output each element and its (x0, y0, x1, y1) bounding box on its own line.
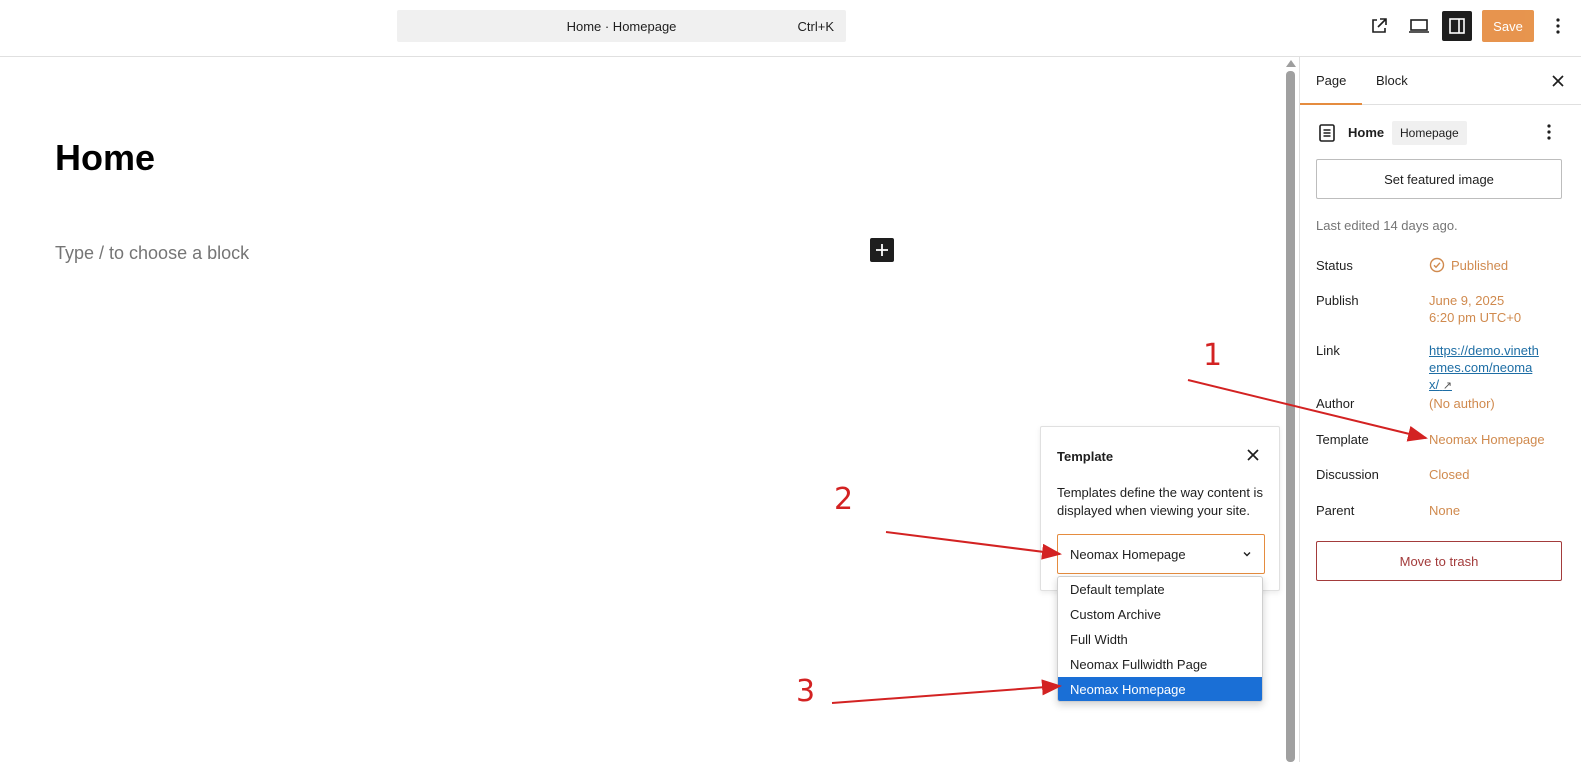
template-options-list: Default template Custom Archive Full Wid… (1057, 576, 1263, 702)
sidebar-toggle-icon (1449, 18, 1465, 34)
save-button[interactable]: Save (1482, 10, 1534, 42)
annotation-number-3: 3 (796, 674, 816, 709)
scroll-thumb[interactable] (1286, 71, 1295, 762)
page-title[interactable]: Home (55, 137, 155, 179)
annotation-number-2: 2 (834, 482, 854, 517)
scroll-up-arrow-icon[interactable] (1286, 60, 1296, 67)
tab-page[interactable]: Page (1300, 57, 1363, 105)
template-popover: Template Templates define the way conten… (1040, 426, 1280, 591)
template-value[interactable]: Neomax Homepage (1429, 431, 1545, 448)
status-label: Status (1316, 258, 1353, 273)
more-vertical-icon (1556, 18, 1560, 34)
shortcut-hint: Ctrl+K (797, 19, 834, 34)
last-edited-text: Last edited 14 days ago. (1316, 218, 1458, 233)
command-palette-bar[interactable]: Home · Homepage Ctrl+K (397, 10, 846, 42)
template-option[interactable]: Custom Archive (1058, 602, 1262, 627)
tab-block[interactable]: Block (1360, 57, 1424, 105)
document-title: Home · Homepage (566, 19, 677, 34)
template-select[interactable]: Neomax Homepage (1057, 534, 1265, 574)
permalink-value[interactable]: https://demo.vinethemes.com/neomax/ ↗ (1429, 342, 1541, 395)
move-to-trash-button[interactable]: Move to trash (1316, 541, 1562, 581)
publish-label: Publish (1316, 293, 1359, 308)
plus-icon (876, 244, 888, 256)
author-label: Author (1316, 396, 1355, 411)
template-option[interactable]: Neomax Fullwidth Page (1058, 652, 1262, 677)
template-option-selected[interactable]: Neomax Homepage (1058, 677, 1262, 701)
set-featured-image-button[interactable]: Set featured image (1316, 159, 1562, 199)
homepage-badge: Homepage (1392, 121, 1467, 145)
template-label: Template (1316, 432, 1369, 447)
canvas-scrollbar[interactable] (1282, 57, 1299, 762)
popover-title: Template (1057, 449, 1114, 464)
template-select-value: Neomax Homepage (1070, 547, 1186, 562)
parent-value[interactable]: None (1429, 502, 1460, 519)
close-sidebar-button[interactable] (1546, 69, 1570, 93)
preview-button[interactable] (1404, 11, 1434, 41)
post-summary: Home Homepage (1316, 121, 1566, 145)
more-vertical-icon (1547, 124, 1551, 140)
publish-date: June 9, 2025 (1429, 293, 1505, 308)
popover-close-button[interactable] (1241, 443, 1265, 467)
settings-sidebar: Page Block Home Homepage Set featured im… (1299, 57, 1581, 762)
parent-label: Parent (1316, 503, 1355, 518)
publish-time: 6:20 pm UTC+0 (1429, 310, 1522, 325)
author-value[interactable]: (No author) (1429, 395, 1495, 412)
chevron-down-icon (1243, 552, 1251, 557)
discussion-label: Discussion (1316, 467, 1379, 482)
external-arrow-icon: ↗ (1442, 380, 1452, 392)
external-link-icon (1372, 18, 1387, 33)
template-option[interactable]: Default template (1058, 577, 1262, 602)
summary-title: Home (1348, 125, 1385, 140)
status-text: Published (1451, 258, 1509, 273)
block-placeholder[interactable]: Type / to choose a block (55, 243, 249, 264)
sidebar-tabs: Page Block (1300, 57, 1581, 105)
annotation-number-1: 1 (1203, 338, 1223, 373)
options-menu-button[interactable] (1543, 11, 1573, 41)
close-icon (1552, 75, 1564, 87)
desktop-preview-icon (1409, 19, 1429, 33)
link-label: Link (1316, 343, 1340, 358)
editor-header: Home · Homepage Ctrl+K Save (0, 0, 1581, 57)
page-document-icon (1319, 124, 1335, 142)
status-value[interactable]: Published (1429, 257, 1508, 274)
discussion-value[interactable]: Closed (1429, 466, 1469, 483)
close-icon (1247, 449, 1259, 461)
add-block-button[interactable] (870, 238, 894, 262)
summary-actions-button[interactable] (1546, 123, 1552, 146)
template-option[interactable]: Full Width (1058, 627, 1262, 652)
settings-sidebar-toggle[interactable] (1442, 11, 1472, 41)
published-check-icon (1429, 257, 1445, 273)
publish-value[interactable]: June 9, 2025 6:20 pm UTC+0 (1429, 292, 1521, 326)
view-page-button[interactable] (1364, 11, 1394, 41)
popover-description: Templates define the way content is disp… (1057, 485, 1263, 518)
